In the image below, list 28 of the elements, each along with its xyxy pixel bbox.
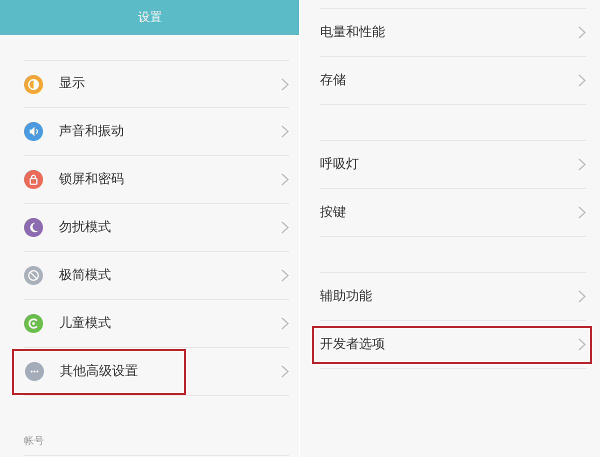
setting-label[interactable]: 辅助功能 <box>320 286 578 306</box>
chevron-icon <box>578 158 586 171</box>
chevron-icon <box>281 317 289 330</box>
chevron-icon <box>281 269 289 282</box>
setting-label[interactable]: 勿扰模式 <box>59 218 111 238</box>
setting-label[interactable]: 其他高级设置 <box>60 362 138 382</box>
chevron-icon <box>281 365 289 378</box>
setting-label[interactable]: 声音和振动 <box>59 122 124 142</box>
chevron-icon <box>578 26 586 39</box>
setting-label[interactable]: 按键 <box>320 202 578 222</box>
chevron-icon <box>578 206 586 219</box>
chevron-icon <box>281 78 289 90</box>
chevron-icon <box>578 290 586 303</box>
setting-label[interactable]: 开发者选项 <box>320 334 578 354</box>
screen-title: 设置 <box>138 9 162 26</box>
setting-label[interactable]: 呼吸灯 <box>320 154 578 174</box>
chevron-icon <box>281 125 289 138</box>
chevron-icon <box>281 221 289 234</box>
section-label: 帐号 <box>24 434 289 456</box>
setting-label[interactable]: 极简模式 <box>59 266 111 286</box>
chevron-icon <box>578 338 586 351</box>
chevron-icon <box>281 173 289 186</box>
setting-label[interactable]: 儿童模式 <box>59 314 111 334</box>
chevron-icon <box>578 74 586 87</box>
setting-label[interactable]: 锁屏和密码 <box>59 170 124 190</box>
setting-label[interactable]: 显示 <box>59 74 85 94</box>
setting-label[interactable]: 存储 <box>320 70 578 90</box>
setting-label[interactable]: 电量和性能 <box>320 22 578 42</box>
